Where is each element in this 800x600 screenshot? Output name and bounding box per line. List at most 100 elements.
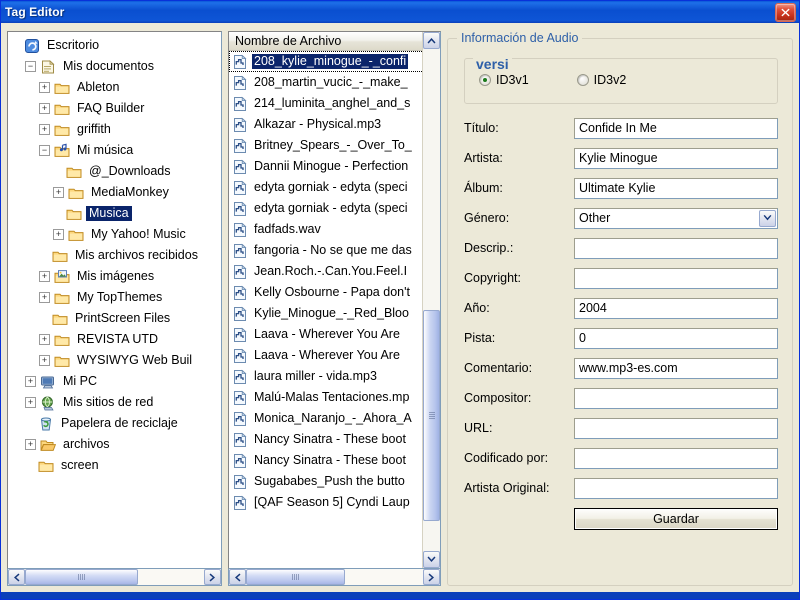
tree-node[interactable]: + FAQ Builder bbox=[11, 98, 221, 119]
id3-version-radio[interactable]: ID3v1 bbox=[479, 73, 529, 87]
expand-icon[interactable]: + bbox=[25, 439, 36, 450]
filelist-row[interactable]: Nancy Sinatra - These boot bbox=[229, 429, 440, 450]
expand-icon[interactable]: + bbox=[39, 124, 50, 135]
genre-select[interactable]: Other bbox=[574, 207, 778, 229]
filelist-row[interactable]: Laava - Wherever You Are bbox=[229, 324, 440, 345]
collapse-icon[interactable]: − bbox=[39, 145, 50, 156]
filelist-hscroll-track[interactable] bbox=[246, 569, 423, 585]
tag-field-input[interactable] bbox=[574, 117, 778, 139]
tree-node[interactable]: − Mis documentos bbox=[11, 56, 221, 77]
scroll-down-icon[interactable] bbox=[423, 551, 440, 568]
expand-icon[interactable]: + bbox=[39, 82, 50, 93]
tag-field-input[interactable] bbox=[574, 477, 778, 499]
filelist-hscroll-thumb[interactable] bbox=[246, 569, 346, 585]
tree-node[interactable]: + Mi PC bbox=[11, 371, 221, 392]
expand-icon[interactable]: + bbox=[53, 187, 64, 198]
filelist-row[interactable]: Alkazar - Physical.mp3 bbox=[229, 114, 440, 135]
tree-node[interactable]: Mis archivos recibidos bbox=[11, 245, 221, 266]
tag-field-input[interactable] bbox=[574, 177, 778, 199]
filelist-row[interactable]: Monica_Naranjo_-_Ahora_A bbox=[229, 408, 440, 429]
window-titlebar[interactable]: Tag Editor bbox=[1, 1, 799, 23]
tree-node[interactable]: Escritorio bbox=[11, 35, 221, 56]
expand-icon[interactable]: + bbox=[39, 334, 50, 345]
tree-node[interactable]: + REVISTA UTD bbox=[11, 329, 221, 350]
filelist-row[interactable]: 208_martin_vucic_-_make_ bbox=[229, 72, 440, 93]
filelist-vscroll-thumb[interactable] bbox=[423, 310, 440, 521]
tag-field-input[interactable] bbox=[574, 447, 778, 469]
filelist-row[interactable]: Jean.Roch.-.Can.You.Feel.I bbox=[229, 261, 440, 282]
tree-node[interactable]: + MediaMonkey bbox=[11, 182, 221, 203]
filelist-row[interactable]: Sugababes_Push the butto bbox=[229, 471, 440, 492]
tree-node[interactable]: − Mi música bbox=[11, 140, 221, 161]
filelist-rows[interactable]: 208_kylie_minogue_-_confi 208_martin_vuci… bbox=[229, 51, 440, 568]
tree-hscroll-thumb[interactable] bbox=[25, 569, 138, 585]
tree-hscrollbar[interactable] bbox=[7, 569, 222, 586]
tree-node[interactable]: + Ableton bbox=[11, 77, 221, 98]
close-icon[interactable] bbox=[775, 2, 796, 22]
filelist-row[interactable]: Nancy Sinatra - These boot bbox=[229, 450, 440, 471]
filelist-row[interactable]: 214_luminita_anghel_and_s bbox=[229, 93, 440, 114]
tree-node[interactable]: Papelera de reciclaje bbox=[11, 413, 221, 434]
tag-field-input[interactable] bbox=[574, 387, 778, 409]
scroll-up-icon[interactable] bbox=[423, 32, 440, 49]
filelist-vscroll-track[interactable] bbox=[423, 49, 440, 551]
filelist-row[interactable]: Kelly Osbourne - Papa don't bbox=[229, 282, 440, 303]
filelist-row[interactable]: Dannii Minogue - Perfection bbox=[229, 156, 440, 177]
scroll-right-icon[interactable] bbox=[204, 569, 221, 585]
filelist-row[interactable]: fadfads.wav bbox=[229, 219, 440, 240]
tag-field-input[interactable] bbox=[574, 147, 778, 169]
filelist-row-label: 208_kylie_minogue_-_confi bbox=[252, 54, 409, 69]
filelist-row[interactable]: 208_kylie_minogue_-_confi bbox=[229, 51, 440, 72]
id3-version-radiogroup[interactable]: ID3v1 ID3v2 bbox=[475, 73, 767, 87]
filelist-row[interactable]: Laava - Wherever You Are bbox=[229, 345, 440, 366]
expand-icon[interactable]: + bbox=[39, 292, 50, 303]
filelist-row[interactable]: Malú-Malas Tentaciones.mp bbox=[229, 387, 440, 408]
expand-icon[interactable]: + bbox=[25, 397, 36, 408]
tag-field-input[interactable] bbox=[574, 237, 778, 259]
filelist-row[interactable]: laura miller - vida.mp3 bbox=[229, 366, 440, 387]
filelist-row[interactable]: Britney_Spears_-_Over_To_ bbox=[229, 135, 440, 156]
scroll-right-icon[interactable] bbox=[423, 569, 440, 585]
tree-node[interactable]: Musica bbox=[11, 203, 221, 224]
filelist-row[interactable]: fangoria - No se que me das bbox=[229, 240, 440, 261]
tree-node[interactable]: + WYSIWYG Web Buil bbox=[11, 350, 221, 371]
expand-icon[interactable]: + bbox=[39, 355, 50, 366]
tag-field-input[interactable] bbox=[574, 297, 778, 319]
filelist[interactable]: Nombre de Archivo 208_kylie_minogue_-_co… bbox=[228, 31, 441, 569]
expand-icon[interactable]: + bbox=[39, 271, 50, 282]
tag-field-input[interactable] bbox=[574, 327, 778, 349]
tree-node[interactable]: PrintScreen Files bbox=[11, 308, 221, 329]
tag-field-label: Compositor: bbox=[464, 391, 532, 405]
chevron-down-icon[interactable] bbox=[759, 209, 776, 227]
filelist-vscrollbar[interactable] bbox=[422, 32, 440, 568]
expand-icon[interactable]: + bbox=[53, 229, 64, 240]
tree-node[interactable]: + griffith bbox=[11, 119, 221, 140]
expand-icon[interactable]: + bbox=[25, 376, 36, 387]
collapse-icon[interactable]: − bbox=[25, 61, 36, 72]
filelist-column-header[interactable]: Nombre de Archivo bbox=[229, 32, 440, 51]
id3-version-radio[interactable]: ID3v2 bbox=[576, 73, 626, 87]
tree-node[interactable]: + My Yahoo! Music bbox=[11, 224, 221, 245]
tree-node[interactable]: + Mis imágenes bbox=[11, 266, 221, 287]
tag-field-input[interactable] bbox=[574, 357, 778, 379]
audio-file-icon bbox=[234, 159, 247, 174]
filelist-row[interactable]: Kylie_Minogue_-_Red_Bloo bbox=[229, 303, 440, 324]
tag-field-input[interactable] bbox=[574, 267, 778, 289]
tag-field-input[interactable] bbox=[574, 417, 778, 439]
tree-node[interactable]: + My TopThemes bbox=[11, 287, 221, 308]
scroll-left-icon[interactable] bbox=[229, 569, 246, 585]
folder-tree[interactable]: Escritorio − Mis documentos + Ableton + FAQ Bu… bbox=[7, 31, 222, 569]
tree-node[interactable]: @_Downloads bbox=[11, 161, 221, 182]
tree-node[interactable]: + Mis sitios de red bbox=[11, 392, 221, 413]
filelist-row[interactable]: [QAF Season 5] Cyndi Laup bbox=[229, 492, 440, 513]
tree-node[interactable]: screen bbox=[11, 455, 221, 476]
scroll-left-icon[interactable] bbox=[8, 569, 25, 585]
tree-node[interactable]: + archivos bbox=[11, 434, 221, 455]
save-button[interactable]: Guardar bbox=[574, 508, 778, 530]
filelist-row[interactable]: edyta gorniak - edyta (speci bbox=[229, 177, 440, 198]
filelist-row[interactable]: edyta gorniak - edyta (speci bbox=[229, 198, 440, 219]
filelist-hscrollbar[interactable] bbox=[228, 569, 441, 586]
tree-hscroll-track[interactable] bbox=[25, 569, 204, 585]
expand-icon[interactable]: + bbox=[39, 103, 50, 114]
